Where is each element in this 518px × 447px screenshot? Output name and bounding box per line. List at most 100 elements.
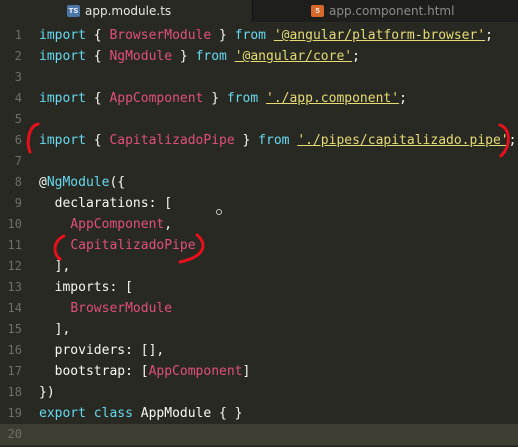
code-token: ; [399,91,407,106]
code-text: imports: [ [39,277,133,298]
code-line-14[interactable]: 14 BrowserModule [0,298,518,319]
code-line-1[interactable]: 1 import { BrowserModule } from '@angular… [0,25,518,46]
code-token: imports: [ [39,280,133,295]
code-token: bootstrap: [ [39,364,149,379]
typescript-file-icon: TS [67,5,80,17]
code-token: } [203,91,227,106]
code-text: import { NgModule } from '@angular/core'… [39,46,360,67]
tab-app-component[interactable]: 5 app.component.html [253,0,518,22]
code-token: ], [39,322,71,337]
code-line-17[interactable]: 17 bootstrap: [AppComponent] [0,361,518,382]
line-number: 2 [14,49,22,63]
tab-label: app.module.ts [85,4,172,18]
code-line-5[interactable]: 5 [0,109,518,130]
code-text: declarations: [ [39,193,172,214]
code-text: bootstrap: [AppComponent] [39,361,251,382]
code-token: declarations: [ [39,196,173,211]
code-token: { [85,49,110,64]
line-number: 3 [14,70,22,84]
line-number: 1 [14,28,22,42]
line-number: 15 [7,322,22,336]
code-line-15[interactable]: 15 ], [0,319,518,340]
code-line-9[interactable]: 9 declarations: [ [0,193,518,214]
code-token: providers: [], [39,343,165,358]
line-number: 9 [14,196,22,210]
code-token: ], [39,259,71,274]
code-line-6[interactable]: 6 import { CapitalizadoPipe } from './pip… [0,130,518,151]
code-token: { [85,133,110,148]
line-number: 10 [7,217,22,231]
code-token: import [39,133,86,148]
line-number: 16 [7,343,22,357]
code-text: ], [39,319,71,340]
code-line-19[interactable]: 19 export class AppModule { } [0,403,518,424]
code-text: CapitalizadoPipe [39,235,195,256]
code-token: class [93,406,133,421]
code-token: AppComponent [148,364,243,379]
line-number: 20 [7,427,22,441]
code-token: from [226,91,259,106]
code-token: ; [485,28,493,43]
code-token: ({ [109,175,126,190]
code-text: }) [39,382,55,403]
code-token: } [211,28,235,43]
line-number: 18 [7,385,22,399]
code-token: , [164,217,173,232]
code-text: export class AppModule { } [39,403,243,424]
code-token: ] [242,364,251,379]
code-token: NgModule [109,49,173,64]
code-text: import { CapitalizadoPipe } from './pipe… [39,130,516,151]
code-line-12[interactable]: 12 ], [0,256,518,277]
code-token: from [195,49,227,64]
code-text: providers: [], [39,340,165,361]
code-token: AppComponent [70,217,165,232]
code-token: import [39,28,86,43]
code-line-10[interactable]: 10 AppComponent, [0,214,518,235]
line-number: 5 [14,112,22,126]
html-file-icon: 5 [311,5,324,17]
code-token: import [39,91,86,106]
code-token: '@angular/platform-browser' [273,28,486,43]
line-number: 6 [14,133,22,147]
code-text: ], [39,256,71,277]
code-text: import { BrowserModule } from '@angular/… [39,25,493,46]
code-line-7[interactable]: 7 [0,151,518,172]
tab-label: app.component.html [329,4,455,18]
code-line-3[interactable]: 3 [0,67,518,88]
code-token: BrowserModule [109,28,212,43]
code-line-4[interactable]: 4 import { AppComponent } from './app.com… [0,88,518,109]
code-line-16[interactable]: 16 providers: [], [0,340,518,361]
code-token: } [234,133,259,148]
line-number: 7 [14,154,22,168]
code-token: ; [352,49,360,64]
line-number: 11 [7,238,22,252]
code-text: BrowserModule [39,298,172,319]
code-token: { [85,28,110,43]
line-number: 8 [14,175,22,189]
code-token: './app.component' [266,91,400,106]
code-text: AppComponent, [39,214,172,235]
line-number: 4 [14,91,22,105]
code-token: @ [39,175,47,190]
code-line-8[interactable]: 8 @NgModule({ [0,172,518,193]
tab-app-module[interactable]: TS app.module.ts [0,0,252,22]
code-line-11[interactable]: 11 CapitalizadoPipe [0,235,518,256]
code-line-2[interactable]: 2 import { NgModule } from '@angular/core… [0,46,518,67]
code-line-18[interactable]: 18}) [0,382,518,403]
code-line-20[interactable]: 20 [0,424,518,445]
code-token: }) [39,385,55,400]
code-token: '@angular/core' [234,49,353,64]
code-text: @NgModule({ [39,172,125,193]
code-line-13[interactable]: 13 imports: [ [0,277,518,298]
code-token: NgModule [46,175,110,190]
code-token: export [39,406,86,421]
code-editor[interactable]: 1 import { BrowserModule } from '@angular… [0,22,518,447]
tab-bar: TS app.module.ts 5 app.component.html [0,0,518,22]
line-number: 17 [7,364,22,378]
